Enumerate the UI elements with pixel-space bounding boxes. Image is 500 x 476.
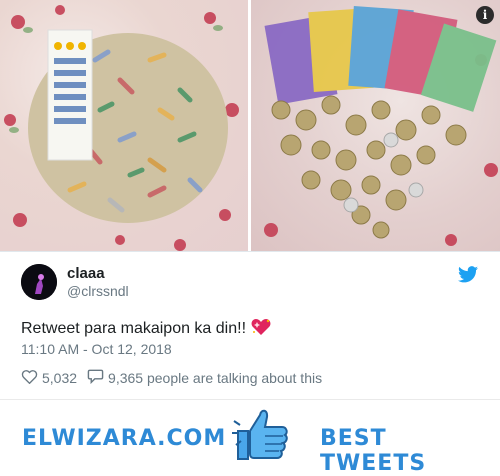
info-icon[interactable]: i — [476, 6, 494, 24]
sparkling-heart-icon — [251, 318, 271, 341]
twitter-bird-icon[interactable] — [458, 266, 478, 288]
site-name[interactable]: ELWIZARA.COM — [22, 426, 226, 451]
coin-rolls-photo[interactable] — [0, 0, 248, 251]
tweet-stats: 5,032 9,365 people are talking about thi… — [21, 368, 322, 387]
tweet-text: Retweet para makaipon ka din!! — [21, 318, 271, 341]
avatar-image — [21, 264, 57, 300]
cash-photo[interactable]: i — [251, 0, 500, 251]
display-name[interactable]: claaa — [67, 265, 105, 282]
speech-bubble-icon[interactable] — [87, 368, 108, 387]
like-count[interactable]: 5,032 — [42, 370, 77, 386]
heart-icon[interactable] — [21, 369, 42, 387]
user-handle[interactable]: @clrssndl — [67, 283, 129, 299]
tweet-photos: i — [0, 0, 500, 251]
coin-rolls-illustration — [4, 5, 239, 251]
conversation-text[interactable]: 9,365 people are talking about this — [108, 370, 322, 386]
tweet-timestamp[interactable]: 11:10 AM - Oct 12, 2018 — [21, 341, 172, 357]
best-tweets-label: BEST TWEETS — [320, 426, 427, 476]
bills-and-coins-illustration — [264, 6, 498, 246]
avatar[interactable] — [21, 264, 57, 300]
tweet-text-body: Retweet para makaipon ka din!! — [21, 320, 247, 337]
thumbs-up-icon — [230, 403, 292, 468]
